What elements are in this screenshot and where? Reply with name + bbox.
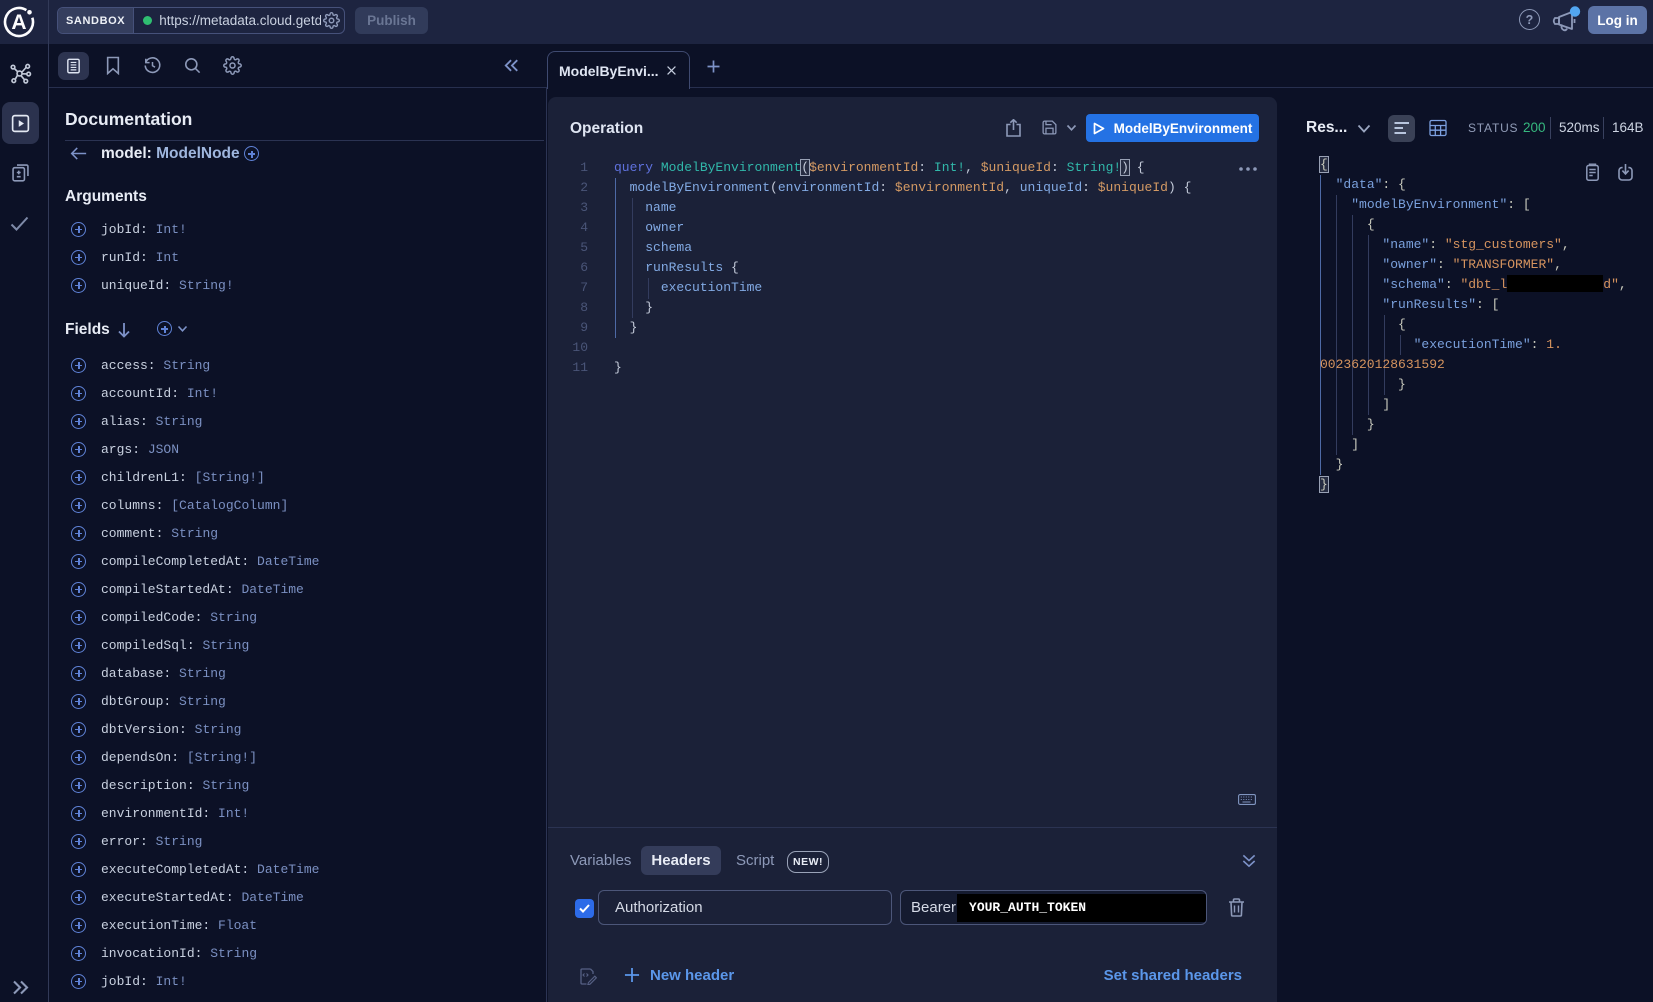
svg-text:A: A xyxy=(11,11,26,34)
